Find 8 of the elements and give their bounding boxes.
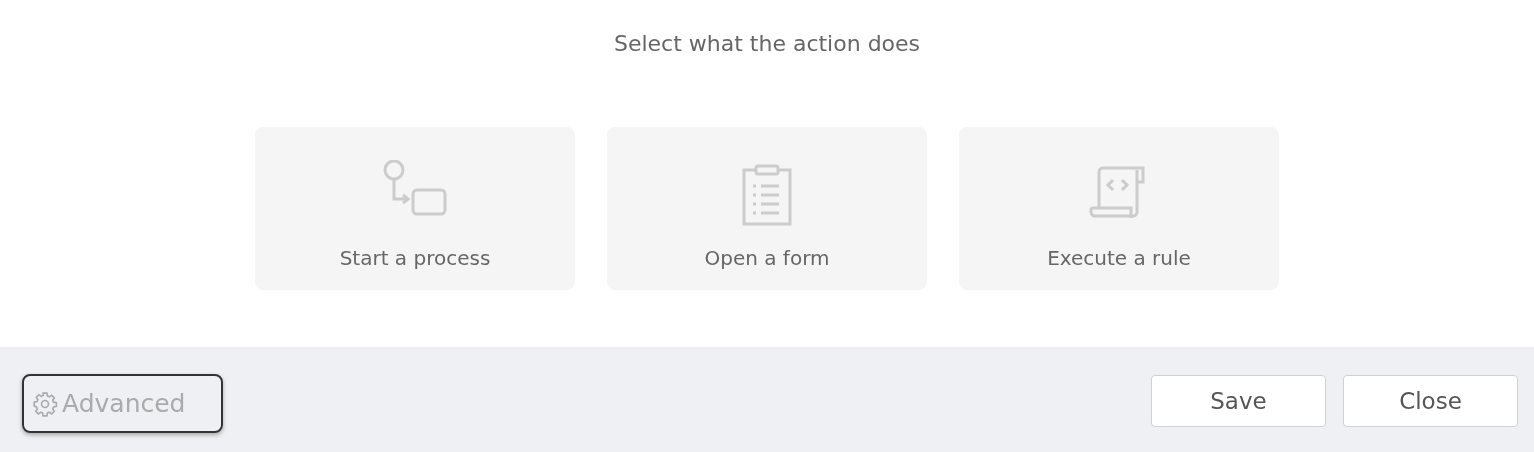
clipboard-icon: [741, 164, 793, 226]
dialog-button[interactable]: Save: [1151, 374, 1326, 427]
action-card[interactable]: Execute a rule: [959, 127, 1279, 290]
dialog-button[interactable]: Close: [1343, 374, 1518, 427]
dialog-heading: Select what the action does: [613, 30, 921, 58]
action-card[interactable]: Start a process: [255, 127, 575, 290]
action-card[interactable]: Open a form: [607, 127, 927, 290]
settings-icon: [32, 390, 58, 417]
